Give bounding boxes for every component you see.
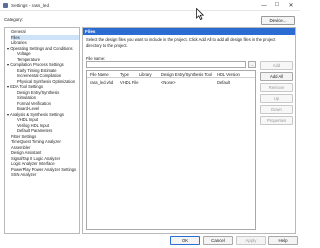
- category-tree[interactable]: General Files Libraries ▾ Operating Sett…: [4, 27, 80, 234]
- tree-item-label: Compilation Process Settings: [10, 62, 64, 67]
- minimize-button[interactable]: —: [258, 1, 270, 10]
- cell-type: VHDL File: [120, 80, 139, 85]
- table-header: File Name Type Library Design Entry/Synt…: [87, 71, 255, 78]
- apply-button[interactable]: Apply: [236, 236, 266, 245]
- file-table[interactable]: File Name Type Library Design Entry/Synt…: [86, 70, 256, 230]
- tree-item-label: Operating Settings and Conditions: [10, 45, 73, 51]
- cell-hdl-version: Default: [217, 80, 230, 85]
- column-header[interactable]: Library: [139, 72, 152, 77]
- add-all-button[interactable]: Add All: [260, 72, 293, 81]
- window-title: Settings - rass_led: [11, 3, 50, 8]
- properties-button[interactable]: Properties: [260, 116, 293, 125]
- panel-title: Files: [83, 28, 295, 35]
- down-button[interactable]: Down: [260, 105, 293, 114]
- title-bar: Settings - rass_led — ☐ ✕: [0, 0, 300, 11]
- ok-button[interactable]: OK: [170, 236, 200, 245]
- files-panel: Files Select the design files you want t…: [82, 27, 296, 234]
- up-button[interactable]: Up: [260, 94, 293, 103]
- remove-button[interactable]: Remove: [260, 83, 293, 92]
- cancel-button[interactable]: Cancel: [203, 236, 233, 245]
- device-button[interactable]: Device...: [261, 16, 295, 25]
- close-button[interactable]: ✕: [285, 1, 297, 10]
- add-button[interactable]: Add: [260, 61, 293, 70]
- category-label: Category:: [4, 17, 24, 22]
- tree-item-ssn-analyzer[interactable]: SSN Analyzer: [11, 172, 36, 178]
- maximize-button[interactable]: ☐: [271, 1, 283, 10]
- column-header[interactable]: Type: [120, 72, 129, 77]
- tree-item-label: EDA Tool Settings: [10, 84, 43, 89]
- help-button[interactable]: Help: [268, 236, 298, 245]
- cell-file-name: rass_led.vhd: [90, 80, 114, 85]
- column-header[interactable]: File Name: [90, 72, 109, 77]
- tree-item-label: Analysis & Synthesis Settings: [9, 111, 64, 117]
- app-icon: [3, 3, 8, 8]
- cell-tool: <None>: [161, 80, 176, 85]
- column-header[interactable]: HDL Version: [217, 72, 240, 77]
- browse-button[interactable]: ...: [248, 61, 256, 68]
- panel-description: Select the design files you want to incl…: [86, 37, 276, 48]
- mouse-cursor-icon: [196, 8, 204, 20]
- file-name-input[interactable]: [86, 61, 246, 68]
- column-header[interactable]: Design Entry/Synthesis Tool: [161, 72, 212, 77]
